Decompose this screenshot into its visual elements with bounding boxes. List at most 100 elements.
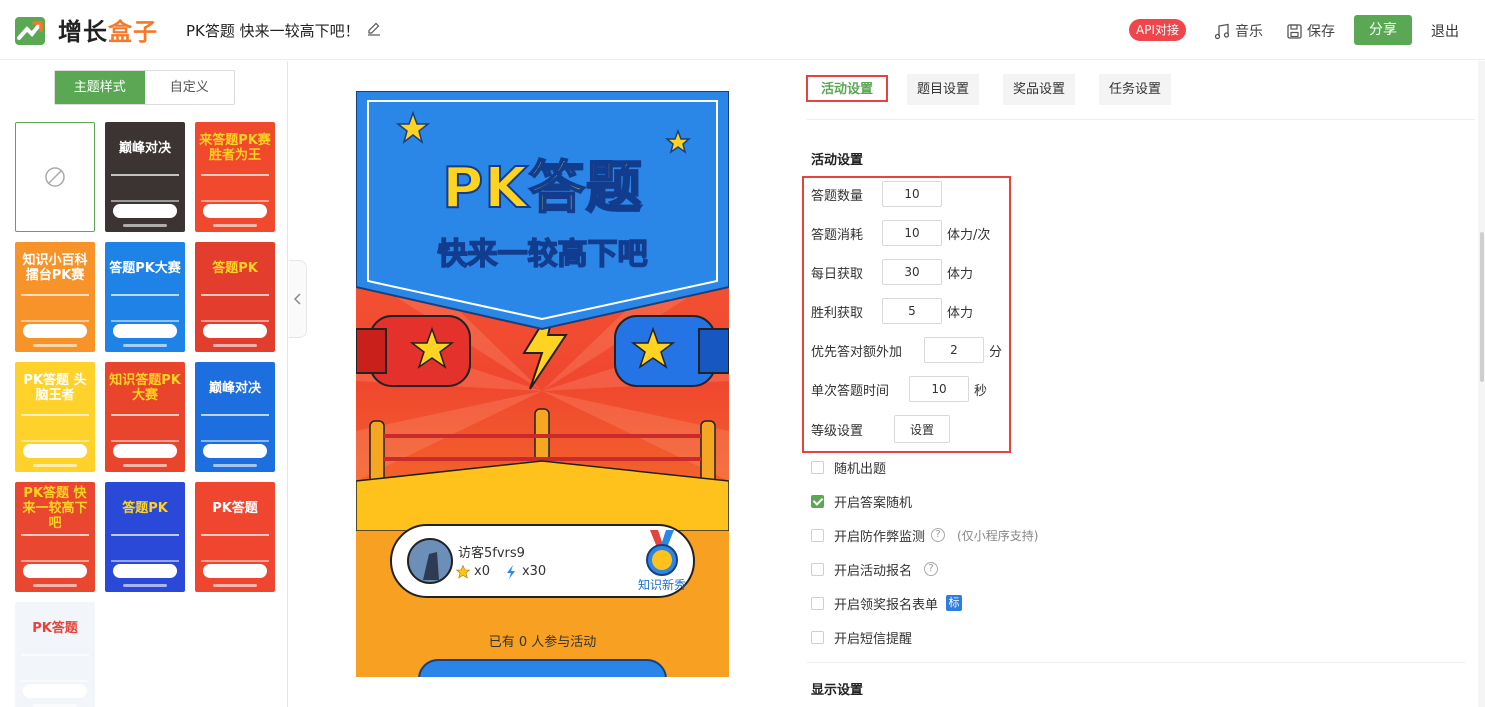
star-icon — [456, 564, 470, 579]
theme-thumbnail[interactable]: 答题PK — [195, 242, 275, 352]
share-button[interactable]: 分享 — [1354, 15, 1412, 45]
theme-thumbnail[interactable]: 来答题PK赛 胜者为王 — [195, 122, 275, 232]
settings-panel: 活动设置 题目设置 奖品设置 任务设置 活动设置 答题数量 答题消耗 体力/次 … — [799, 61, 1485, 707]
theme-ring — [111, 534, 179, 562]
check-prize-form[interactable]: 开启领奖报名表单 标 — [811, 594, 963, 613]
check-random-answers[interactable]: 开启答案随机 — [811, 492, 912, 511]
check-sms-reminder[interactable]: 开启短信提醒 — [811, 628, 913, 647]
logo-text: 增长盒子 — [58, 18, 158, 46]
tab-question-settings[interactable]: 题目设置 — [907, 74, 980, 105]
collapse-panel-button[interactable] — [289, 260, 307, 338]
theme-ring — [111, 294, 179, 322]
highlight-box-settings — [802, 176, 1011, 453]
theme-banner-text: 知识答题PK大赛 — [109, 373, 181, 403]
tab-task-settings[interactable]: 任务设置 — [1099, 74, 1172, 105]
theme-thumbnail[interactable]: 知识答题PK大赛 — [105, 362, 185, 472]
theme-thumbnail[interactable]: 巅峰对决 — [195, 362, 275, 472]
save-label: 保存 — [1307, 24, 1335, 40]
theme-foot — [123, 464, 167, 467]
divider — [807, 119, 1475, 120]
theme-banner-text: 答题PK — [212, 260, 258, 276]
theme-banner-text: 巅峰对决 — [208, 380, 261, 396]
player-card: 访客5fvrs9 x0 x30 知识新秀 — [390, 524, 695, 598]
check-label: 开启短信提醒 — [834, 631, 913, 647]
music-button[interactable]: 音乐 — [1214, 21, 1263, 41]
player-name: 访客5fvrs9 — [458, 546, 525, 561]
theme-foot — [123, 344, 167, 347]
exit-button[interactable]: 退出 — [1431, 21, 1459, 41]
theme-ring — [201, 294, 269, 322]
theme-thumbnail[interactable]: 知识小百科 擂台PK赛 — [15, 242, 95, 352]
theme-thumbnail[interactable]: 巅峰对决 — [105, 122, 185, 232]
star-count: x0 — [474, 564, 490, 579]
theme-thumbnail[interactable]: PK答题 头脑王者 — [15, 362, 95, 472]
music-label: 音乐 — [1235, 24, 1263, 40]
theme-card — [113, 324, 177, 338]
check-random-questions[interactable]: 随机出题 — [811, 458, 887, 477]
theme-foot — [123, 224, 167, 227]
check-label: 开启活动报名 — [834, 563, 913, 579]
theme-foot — [33, 344, 77, 347]
top-header: 增长盒子 PK答题 快来一较高下吧！ API对接 音乐 保存 分享 退出 — [0, 0, 1485, 60]
help-icon[interactable]: ? — [924, 562, 939, 576]
no-theme-icon — [45, 167, 65, 187]
theme-card — [23, 324, 87, 338]
tab-prize-settings[interactable]: 奖品设置 — [1003, 74, 1076, 105]
theme-card — [203, 204, 267, 218]
tab-custom[interactable]: 自定义 — [145, 71, 235, 104]
help-icon[interactable]: ? — [931, 528, 946, 542]
theme-ring — [111, 174, 179, 202]
avatar — [407, 538, 453, 584]
checkbox[interactable] — [811, 630, 824, 644]
theme-card — [113, 204, 177, 218]
preview-subtitle: 快来一较高下吧 — [437, 236, 649, 273]
theme-banner-text: PK答题 — [32, 620, 78, 636]
theme-thumbnail[interactable]: 答题PK大赛 — [105, 242, 185, 352]
theme-thumbnail[interactable]: PK答题 — [15, 602, 95, 707]
api-integration-badge[interactable]: API对接 — [1129, 19, 1186, 41]
growth-logo-icon — [15, 17, 45, 45]
theme-ring — [21, 414, 89, 442]
theme-thumbnail[interactable]: 答题PK — [105, 482, 185, 592]
save-button[interactable]: 保存 — [1286, 21, 1335, 41]
theme-foot — [33, 464, 77, 467]
scrollbar-track[interactable] — [1478, 61, 1485, 707]
theme-tabs: 主题样式 自定义 — [54, 70, 235, 105]
theme-foot — [123, 584, 167, 587]
checkbox[interactable] — [811, 596, 824, 610]
theme-foot — [213, 584, 257, 587]
check-registration[interactable]: 开启活动报名 ? — [811, 560, 939, 579]
chevron-left-icon — [293, 293, 301, 305]
theme-banner-text: 答题PK大赛 — [109, 260, 181, 276]
theme-banner-text: 来答题PK赛 胜者为王 — [199, 133, 271, 163]
theme-card — [203, 444, 267, 458]
scrollbar-thumb[interactable] — [1480, 232, 1484, 382]
check-label: 随机出题 — [834, 461, 887, 477]
check-label: 开启领奖报名表单 — [834, 597, 939, 613]
theme-ring — [201, 174, 269, 202]
edit-pencil-icon[interactable] — [366, 21, 382, 37]
divider — [807, 662, 1465, 663]
music-note-icon — [1214, 23, 1230, 39]
theme-thumbnail[interactable]: PK答题 — [195, 482, 275, 592]
checkbox[interactable] — [811, 562, 824, 576]
participant-count: 已有 0 人参与活动 — [488, 635, 597, 650]
check-label: 开启防作弊监测 — [834, 529, 926, 545]
theme-card — [23, 444, 87, 458]
checkbox-checked[interactable] — [811, 494, 824, 508]
theme-thumbnail[interactable]: PK答题 快来一较高下吧 — [15, 482, 95, 592]
theme-banner-text: 答题PK — [122, 500, 168, 516]
checkbox[interactable] — [811, 460, 824, 474]
theme-foot — [213, 224, 257, 227]
theme-none[interactable] — [15, 122, 95, 232]
start-button[interactable] — [418, 659, 667, 677]
medal-label: 知识新秀 — [637, 578, 686, 592]
theme-ring — [201, 414, 269, 442]
player-stats: x0 x30 — [456, 564, 546, 579]
theme-ring — [21, 294, 89, 322]
check-anti-cheat[interactable]: 开启防作弊监测 ? (仅小程序支持) — [811, 526, 1038, 545]
energy-count: x30 — [521, 564, 547, 579]
theme-card — [203, 564, 267, 578]
tab-theme-style[interactable]: 主题样式 — [55, 71, 145, 104]
checkbox[interactable] — [811, 528, 824, 542]
